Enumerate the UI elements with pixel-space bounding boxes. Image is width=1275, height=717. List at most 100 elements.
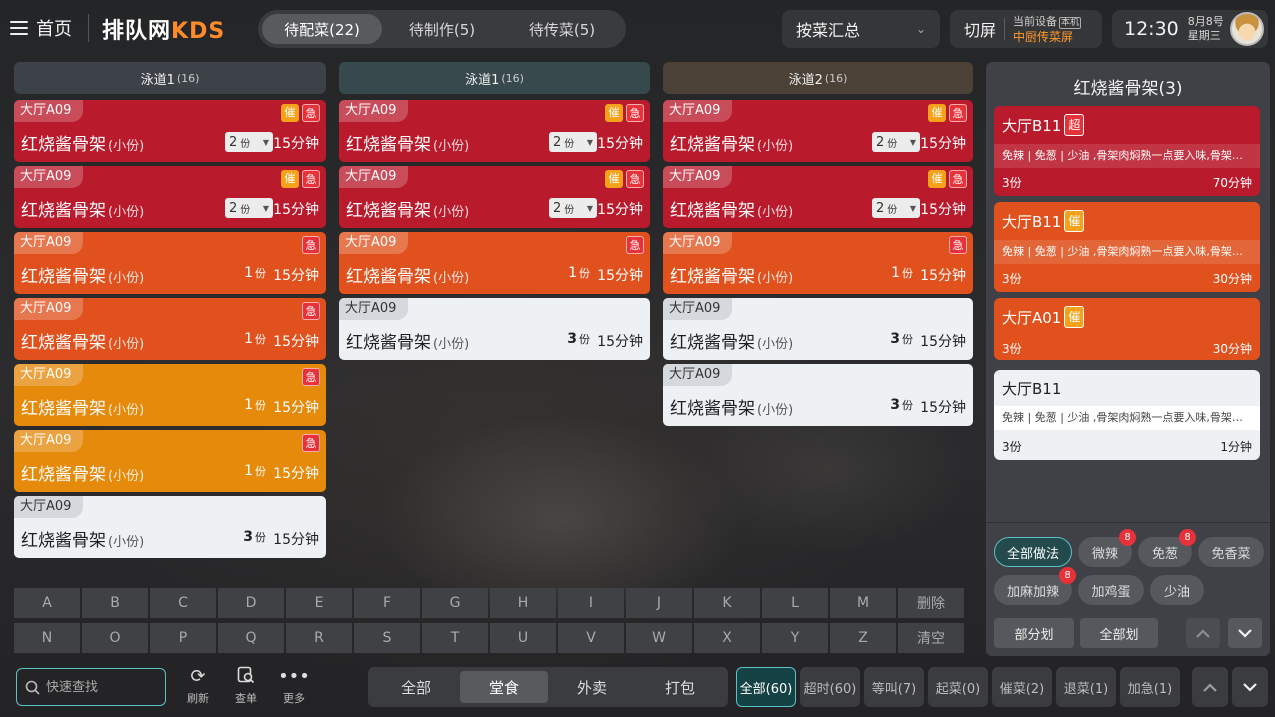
dish-card[interactable]: 大厅A09 催急红烧酱骨架 (小份) 2 份 ▼ 15分钟 [339,166,650,228]
dish-card[interactable]: 大厅A09 急红烧酱骨架 (小份) 1 份 15分钟 [14,298,326,360]
dish-card[interactable]: 大厅A09 急红烧酱骨架 (小份) 1 份 15分钟 [14,430,326,492]
summary-order-card[interactable]: 大厅B11 免辣 | 免葱 | 少油 ,骨架肉焖熟一点要入味,骨架肉焖熟一点要入… [994,370,1260,460]
key-letter[interactable]: M [830,588,896,618]
key-letter[interactable]: U [490,623,556,653]
dish-card[interactable]: 大厅A09 急红烧酱骨架 (小份) 1 份 15分钟 [14,364,326,426]
dish-card[interactable]: 大厅A09 红烧酱骨架 (小份) 3 份 15分钟 [663,364,973,426]
dish-card[interactable]: 大厅A09 急红烧酱骨架 (小份) 1 份 15分钟 [339,232,650,294]
key-letter[interactable]: Y [762,623,828,653]
dish-name: 红烧酱骨架 (小份) [670,399,794,419]
dish-card[interactable]: 大厅A09 急红烧酱骨架 (小份) 1 份 15分钟 [663,232,973,294]
scroll-up-button[interactable] [1186,618,1220,648]
page-up-button[interactable] [1192,667,1228,707]
avatar[interactable] [1230,12,1264,46]
method-chip[interactable]: 少油 [1150,575,1204,605]
key-letter[interactable]: T [422,623,488,653]
elapsed-time: 15分钟 [273,466,319,482]
key-letter[interactable]: A [14,588,80,618]
key-letter[interactable]: Z [830,623,896,653]
filter-urge[interactable]: 催菜(2) [992,667,1052,707]
key-letter[interactable]: V [558,623,624,653]
key-letter[interactable]: P [150,623,216,653]
key-letter[interactable]: O [82,623,148,653]
dish-card[interactable]: 大厅A09 催急红烧酱骨架 (小份) 2 份 ▼ 15分钟 [663,100,973,162]
quick-search[interactable] [16,668,166,706]
order-type-delivery[interactable]: 外卖 [548,671,636,703]
caret-down-icon: ▼ [909,137,916,147]
dish-card[interactable]: 大厅A09 催急红烧酱骨架 (小份) 2 份 ▼ 15分钟 [14,166,326,228]
filter-rush[interactable]: 加急(1) [1120,667,1180,707]
page-down-button[interactable] [1232,667,1268,707]
key-letter[interactable]: K [694,588,760,618]
qty-value: 3份 [890,331,913,347]
dish-summary-select[interactable]: 按菜汇总 ⌄ [782,10,940,48]
method-chip[interactable]: 免香菜 [1198,537,1264,567]
key-letter[interactable]: J [626,588,692,618]
filter-wait-call[interactable]: 等叫(7) [864,667,924,707]
key-letter[interactable]: H [490,588,556,618]
tab-pending-serve[interactable]: 待传菜(5) [502,14,622,44]
key-letter[interactable]: D [218,588,284,618]
filter-all[interactable]: 全部(60) [736,667,796,707]
method-chip[interactable]: 微辣 8 [1078,529,1136,567]
dish-card[interactable]: 大厅A09 急红烧酱骨架 (小份) 1 份 15分钟 [14,232,326,294]
qty-select[interactable]: 2 份 ▼ [872,198,920,218]
dish-card[interactable]: 大厅A09 红烧酱骨架 (小份) 3 份 15分钟 [663,298,973,360]
key-letter[interactable]: F [354,588,420,618]
key-letter[interactable]: W [626,623,692,653]
order-type-takeaway[interactable]: 打包 [636,671,724,703]
key-letter[interactable]: G [422,588,488,618]
dish-card[interactable]: 大厅A09 催急红烧酱骨架 (小份) 2 份 ▼ 15分钟 [14,100,326,162]
key-clear[interactable]: 清空 [898,623,964,653]
scroll-down-button[interactable] [1228,618,1262,648]
dish-card[interactable]: 大厅A09 催急红烧酱骨架 (小份) 2 份 ▼ 15分钟 [339,100,650,162]
key-delete[interactable]: 删除 [898,588,964,618]
filter-return[interactable]: 退菜(1) [1056,667,1116,707]
refresh-button[interactable]: ⟳ 刷新 [180,666,216,706]
key-letter[interactable]: X [694,623,760,653]
dish-card[interactable]: 大厅A09 红烧酱骨架 (小份) 3 份 15分钟 [14,496,326,558]
summary-order-card[interactable]: 大厅A01 催 3份 30分钟 [994,298,1260,360]
summary-order-card[interactable]: 大厅B11超 免辣 | 免葱 | 少油 ,骨架肉焖熟一点要入味,骨架肉焖熟一点要… [994,106,1260,196]
switch-screen-button[interactable]: 切屏 当前设备 本机 中厨传菜屏 [950,10,1102,48]
filter-overtime[interactable]: 超时(60) [800,667,860,707]
qty-select[interactable]: 2 份 ▼ [549,132,597,152]
rush-badge: 急 [302,236,320,254]
method-chip[interactable]: 免葱 8 [1138,529,1196,567]
key-letter[interactable]: R [286,623,352,653]
method-chip[interactable]: 加麻加辣 8 [994,567,1076,605]
qty-value: 1份 [244,463,266,479]
key-letter[interactable]: I [558,588,624,618]
caret-down-icon: ▼ [909,203,916,213]
tab-pending-prep[interactable]: 待配菜(22) [262,14,382,44]
home-button[interactable]: 首页 [10,14,72,42]
mark-all-button[interactable]: 全部划 [1080,618,1158,648]
key-letter[interactable]: B [82,588,148,618]
qty-select[interactable]: 2 份 ▼ [225,132,273,152]
lookup-order-button[interactable]: 查单 [228,666,264,706]
table-label: 大厅A09 [663,298,733,320]
key-letter[interactable]: Q [218,623,284,653]
key-letter[interactable]: E [286,588,352,618]
qty-select[interactable]: 2 份 ▼ [872,132,920,152]
more-button[interactable]: ••• 更多 [276,666,312,706]
search-input[interactable] [46,679,156,695]
table-label: 大厅A09 [339,166,409,188]
key-letter[interactable]: N [14,623,80,653]
filter-start[interactable]: 起菜(0) [928,667,988,707]
count-badge: 8 [1059,567,1076,584]
method-chip[interactable]: 加鸡蛋 [1078,575,1144,605]
key-letter[interactable]: C [150,588,216,618]
method-chip-all[interactable]: 全部做法 [994,537,1072,567]
dish-card[interactable]: 大厅A09 催急红烧酱骨架 (小份) 2 份 ▼ 15分钟 [663,166,973,228]
dish-card[interactable]: 大厅A09 红烧酱骨架 (小份) 3 份 15分钟 [339,298,650,360]
order-type-dine-in[interactable]: 堂食 [460,671,548,703]
key-letter[interactable]: S [354,623,420,653]
partial-mark-button[interactable]: 部分划 [994,618,1074,648]
qty-select[interactable]: 2 份 ▼ [225,198,273,218]
qty-select[interactable]: 2 份 ▼ [549,198,597,218]
tab-pending-cook[interactable]: 待制作(5) [382,14,502,44]
summary-order-card[interactable]: 大厅B11催 免辣 | 免葱 | 少油 ,骨架肉焖熟一点要入味,骨架肉焖熟一点要… [994,202,1260,292]
order-type-all[interactable]: 全部 [372,671,460,703]
key-letter[interactable]: L [762,588,828,618]
